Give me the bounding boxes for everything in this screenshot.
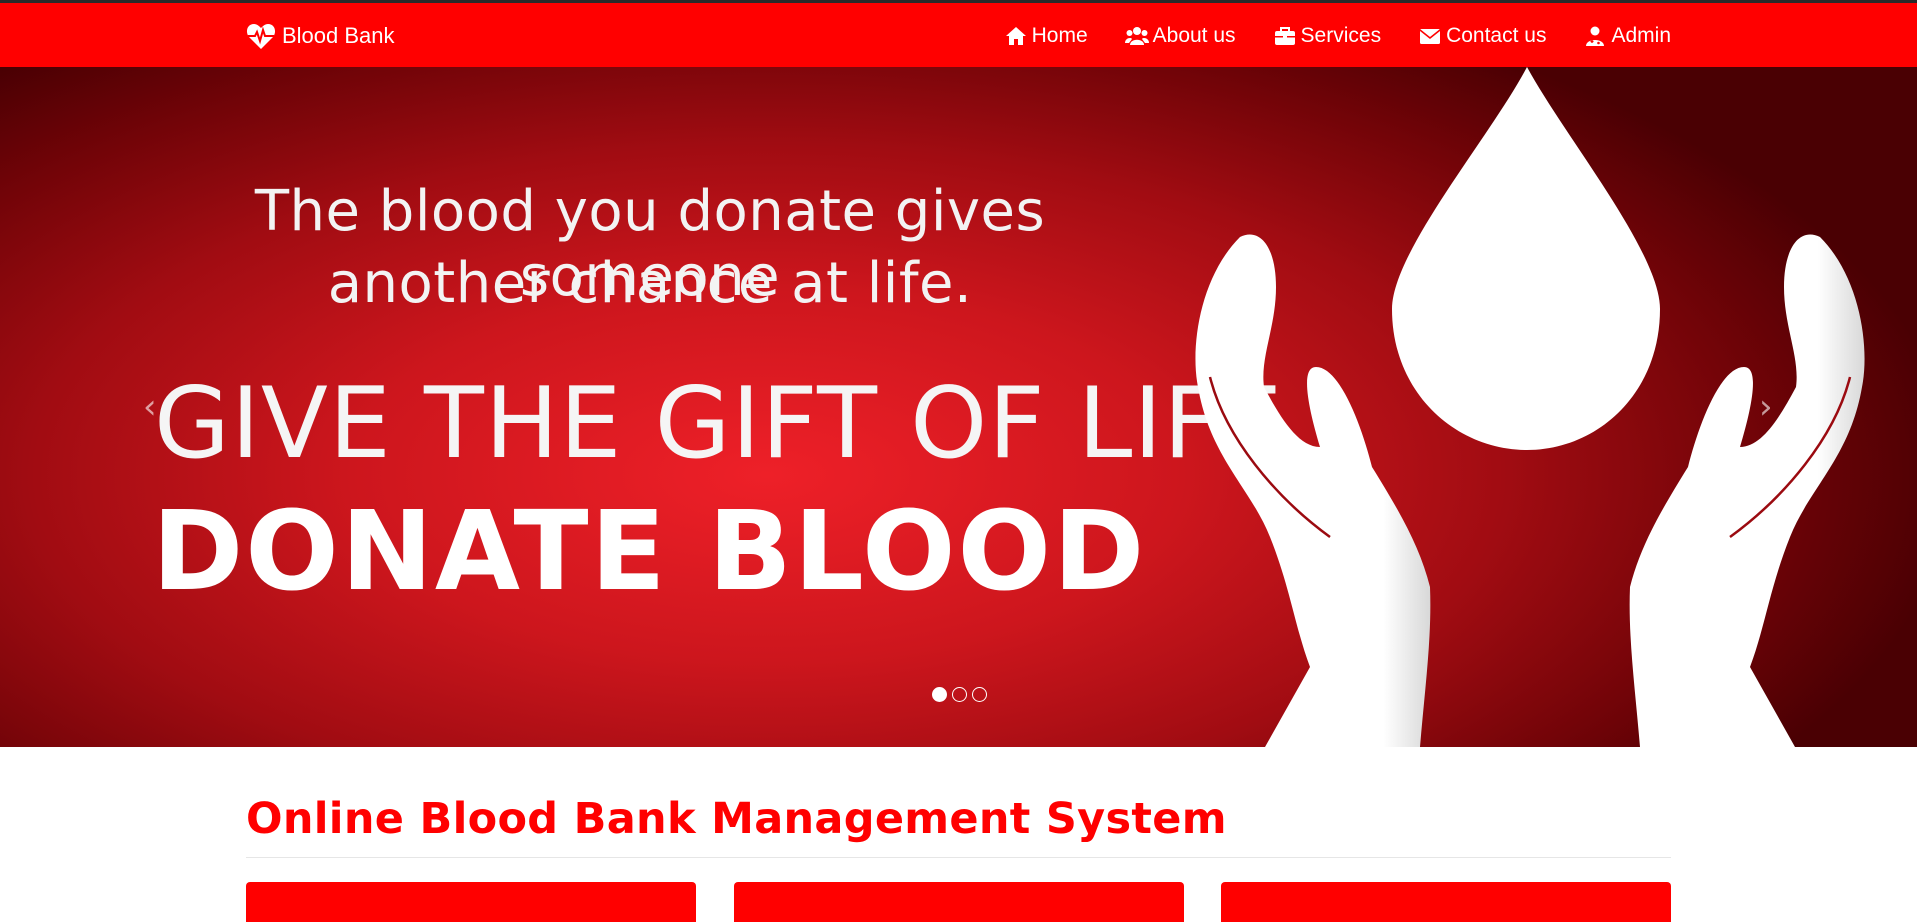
carousel-prev-button[interactable]: ‹ xyxy=(143,387,157,427)
carousel-indicators xyxy=(932,687,987,702)
home-icon xyxy=(1005,27,1026,45)
carousel-next-button[interactable]: › xyxy=(1759,387,1773,427)
nav-services-label: Services xyxy=(1300,24,1382,47)
carousel-indicator-3[interactable] xyxy=(972,687,987,702)
nav-admin-label: Admin xyxy=(1611,24,1671,47)
slide-headline: GIVE THE GIFT OF LIFE xyxy=(154,367,1284,481)
slide-caption-line2: another chance at life. xyxy=(327,251,973,316)
hero-carousel: The blood you donate gives someone anoth… xyxy=(0,67,1917,747)
brand-link[interactable]: Blood Bank xyxy=(246,21,395,51)
navbar: Blood Bank Home About us Services Contac… xyxy=(0,3,1917,67)
brand-label: Blood Bank xyxy=(282,23,395,48)
nav-services[interactable]: Services xyxy=(1273,24,1382,48)
user-md-icon xyxy=(1586,26,1605,46)
briefcase-icon xyxy=(1274,27,1295,45)
users-icon xyxy=(1124,27,1149,45)
info-card-1 xyxy=(246,882,696,922)
page-title: Online Blood Bank Management System xyxy=(246,794,1227,844)
nav-menu: Home About us Services Contact us Admin xyxy=(1004,21,1671,51)
heartbeat-icon xyxy=(246,24,276,49)
info-card-3 xyxy=(1221,882,1671,922)
nav-contact-label: Contact us xyxy=(1446,24,1547,47)
info-card-2 xyxy=(734,882,1184,922)
nav-contact[interactable]: Contact us xyxy=(1418,24,1546,48)
carousel-indicator-1[interactable] xyxy=(932,687,947,702)
slide-subheadline: DONATE BLOOD xyxy=(152,487,1147,615)
blood-drop-shape xyxy=(1392,67,1660,450)
envelope-icon xyxy=(1419,29,1441,44)
title-divider xyxy=(246,857,1671,858)
nav-about-label: About us xyxy=(1152,24,1236,47)
nav-home[interactable]: Home xyxy=(1004,24,1088,48)
nav-admin[interactable]: Admin xyxy=(1583,24,1671,48)
carousel-indicator-2[interactable] xyxy=(952,687,967,702)
nav-home-label: Home xyxy=(1031,24,1088,47)
nav-about[interactable]: About us xyxy=(1124,24,1236,48)
right-hand-shape xyxy=(1629,234,1865,747)
